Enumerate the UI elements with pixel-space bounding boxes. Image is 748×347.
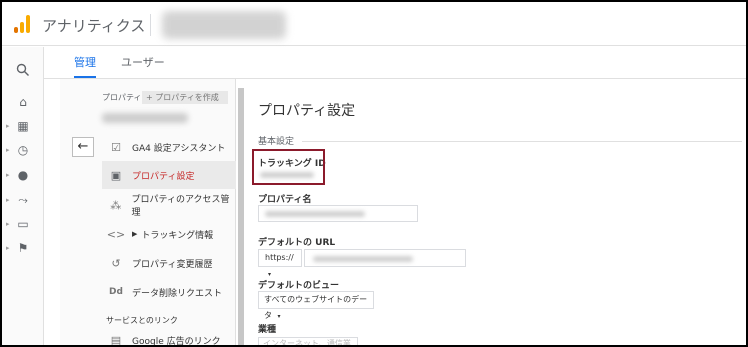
default-url-field[interactable] [304, 249, 466, 267]
property-selector[interactable] [102, 113, 188, 123]
header-divider [150, 14, 151, 36]
acquisition-icon[interactable]: ▸ ⤳ [6, 191, 36, 209]
nav-item-change-history[interactable]: ↺ プロパティ変更履歴 [102, 250, 236, 276]
property-column-title: プロパティ [102, 93, 142, 102]
protocol-select[interactable]: https:// ▾ [258, 249, 302, 278]
property-nav-column: プロパティ + プロパティを作成 ← ☑ GA4 設定アシスタント ▣ プロパテ… [60, 79, 236, 347]
conversions-flag-icon[interactable]: ▸ ⚑ [6, 239, 36, 257]
ads-icon: ▤ [110, 333, 122, 347]
nav-item-label: プロパティのアクセス管理 [131, 195, 230, 218]
nav-item-label: Google 広告のリンク [132, 336, 221, 347]
protocol-value: https:// [265, 253, 294, 262]
property-icon: ▣ [110, 168, 122, 182]
code-icon: <> [106, 227, 126, 241]
nav-item-label: データ削除リクエスト [132, 288, 223, 299]
nav-item-label: GA4 設定アシスタント [132, 143, 226, 154]
nav-item-google-ads-link[interactable]: ▤ Google 広告のリンク [102, 327, 236, 347]
history-icon: ↺ [111, 256, 121, 270]
search-icon[interactable] [16, 63, 30, 77]
property-name-label: プロパティ名 [258, 195, 312, 205]
people-icon: ⁂ [110, 198, 122, 212]
top-bar: アナリティクス [2, 2, 746, 46]
audience-person-icon[interactable]: ▸ ● [6, 166, 36, 184]
analytics-window: アナリティクス 管理 ユーザー ⌂ ▸ ▦ ▸ ◷ ▸ ● ▸ ⤳ ▸ ▭ ▸ ⚑ プロパテ… [0, 0, 748, 347]
chevron-down-icon: ▾ [277, 313, 281, 320]
services-section-label: サービスとのリンク [106, 316, 178, 325]
tab-user[interactable]: ユーザー [121, 47, 165, 78]
page-title: プロパティ設定 [258, 103, 356, 119]
expand-arrow-icon: ▶ [132, 230, 138, 238]
industry-select[interactable]: インターネット、通信業界 [258, 337, 358, 345]
realtime-clock-icon[interactable]: ▸ ◷ [6, 141, 36, 159]
chevron-down-icon: ▾ [268, 271, 272, 278]
behavior-icon[interactable]: ▸ ▭ [6, 215, 36, 233]
tab-bar: 管理 ユーザー [2, 47, 746, 79]
default-view-label: デフォルトのビュー [258, 281, 340, 291]
industry-label: 業種 [258, 325, 277, 335]
tracking-id-highlight [252, 149, 325, 185]
section-divider [302, 141, 742, 142]
nav-item-label: プロパティ設定 [132, 171, 195, 182]
home-icon[interactable]: ⌂ [10, 93, 36, 111]
property-settings-panel: プロパティ設定 基本設定 トラッキング ID プロパティ名 デフォルトの URL… [244, 79, 746, 345]
nav-item-property-settings[interactable]: ▣ プロパティ設定 [102, 161, 236, 189]
nav-item-label: トラッキング情報 [141, 230, 214, 241]
nav-item-data-deletion[interactable]: Dd データ削除リクエスト [102, 279, 236, 305]
dd-icon: Dd [109, 287, 123, 297]
app-name: アナリティクス [42, 17, 146, 35]
nav-item-label: プロパティ変更履歴 [132, 259, 213, 270]
checkbox-icon: ☑ [111, 140, 121, 154]
section-basic-settings: 基本設定 [258, 137, 295, 147]
back-arrow-icon[interactable]: ← [72, 137, 94, 157]
nav-item-access-management[interactable]: ⁂ プロパティのアクセス管理 [102, 192, 236, 218]
nav-item-tracking-info[interactable]: <> ▶ トラッキング情報 [102, 221, 236, 247]
default-url-label: デフォルトの URL [258, 238, 336, 248]
nav-item-ga4-setup[interactable]: ☑ GA4 設定アシスタント [102, 134, 236, 160]
account-selector[interactable] [162, 11, 286, 39]
default-view-select[interactable]: すべてのウェブサイトのデータ ▾ [258, 291, 374, 320]
property-name-field[interactable] [258, 205, 418, 222]
dashboard-icon[interactable]: ▸ ▦ [6, 117, 36, 135]
tab-admin[interactable]: 管理 [74, 47, 96, 78]
create-property-button[interactable]: + プロパティを作成 [142, 91, 228, 104]
analytics-logo-icon[interactable] [14, 15, 30, 33]
